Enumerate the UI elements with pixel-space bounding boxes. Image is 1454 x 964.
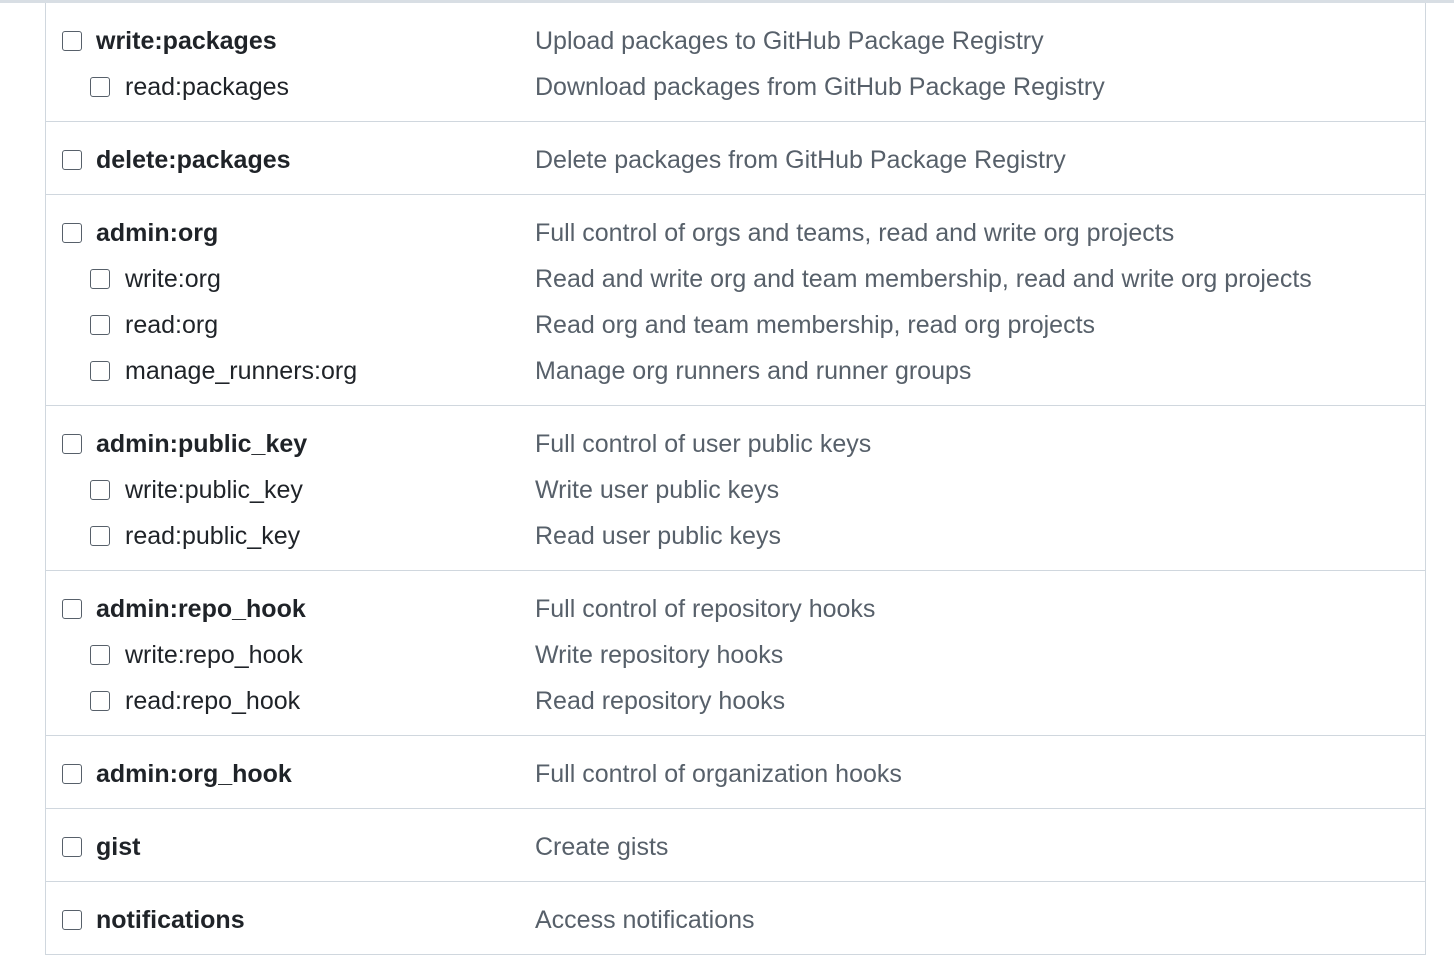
scope-name: write:org bbox=[125, 265, 221, 293]
scope-name: admin:public_key bbox=[96, 430, 308, 458]
scope-group-packages: write:packages Upload packages to GitHub … bbox=[46, 3, 1425, 122]
scope-checkbox[interactable] bbox=[62, 837, 82, 857]
scope-checkbox[interactable] bbox=[62, 764, 82, 784]
scope-row: read:org Read org and team membership, re… bbox=[46, 302, 1425, 348]
scope-checkbox[interactable] bbox=[62, 150, 82, 170]
scope-name: write:public_key bbox=[125, 476, 303, 504]
scope-group-org: admin:org Full control of orgs and teams,… bbox=[46, 195, 1425, 406]
scope-checkbox[interactable] bbox=[90, 315, 110, 335]
scope-group-gist: gist Create gists bbox=[46, 809, 1425, 882]
scope-name: delete:packages bbox=[96, 146, 291, 174]
scope-description: Access notifications bbox=[535, 906, 755, 934]
scope-row: manage_runners:org Manage org runners and… bbox=[46, 348, 1425, 394]
scope-row: gist Create gists bbox=[46, 824, 1425, 870]
scope-name: admin:org bbox=[96, 219, 219, 247]
scope-checkbox[interactable] bbox=[90, 269, 110, 289]
scope-row: write:repo_hook Write repository hooks bbox=[46, 632, 1425, 678]
scope-checkbox[interactable] bbox=[90, 77, 110, 97]
scope-checkbox[interactable] bbox=[62, 31, 82, 51]
scope-name: admin:repo_hook bbox=[96, 595, 306, 623]
scope-description: Delete packages from GitHub Package Regi… bbox=[535, 146, 1066, 174]
scope-row: admin:repo_hook Full control of repositor… bbox=[46, 586, 1425, 632]
scope-name: manage_runners:org bbox=[125, 357, 358, 385]
scope-row: read:repo_hook Read repository hooks bbox=[46, 678, 1425, 724]
scope-description: Manage org runners and runner groups bbox=[535, 357, 972, 385]
scope-checkbox[interactable] bbox=[62, 434, 82, 454]
scope-name: read:packages bbox=[125, 73, 290, 101]
scope-checkbox[interactable] bbox=[90, 361, 110, 381]
scope-checkbox[interactable] bbox=[62, 599, 82, 619]
scope-row: admin:org_hook Full control of organizati… bbox=[46, 751, 1425, 797]
scope-row: notifications Access notifications bbox=[46, 897, 1425, 943]
scope-description: Full control of organization hooks bbox=[535, 760, 902, 788]
scope-checkbox[interactable] bbox=[90, 526, 110, 546]
scope-description: Read org and team membership, read org p… bbox=[535, 311, 1096, 339]
scope-name: write:repo_hook bbox=[125, 641, 303, 669]
scope-group-delete-packages: delete:packages Delete packages from GitH… bbox=[46, 122, 1425, 195]
scope-description: Upload packages to GitHub Package Regist… bbox=[535, 27, 1044, 55]
scope-description: Read user public keys bbox=[535, 522, 781, 550]
scope-name: notifications bbox=[96, 906, 245, 934]
scope-checkbox[interactable] bbox=[62, 910, 82, 930]
scope-description: Write user public keys bbox=[535, 476, 780, 504]
scope-name: read:public_key bbox=[125, 522, 301, 550]
scope-checkbox[interactable] bbox=[90, 480, 110, 500]
scope-description: Full control of orgs and teams, read and… bbox=[535, 219, 1175, 247]
scope-row: admin:org Full control of orgs and teams,… bbox=[46, 210, 1425, 256]
scope-row: admin:public_key Full control of user pub… bbox=[46, 421, 1425, 467]
scope-row: write:org Read and write org and team mem… bbox=[46, 256, 1425, 302]
scope-row: read:public_key Read user public keys bbox=[46, 513, 1425, 559]
scope-description: Full control of user public keys bbox=[535, 430, 872, 458]
scope-name: write:packages bbox=[96, 27, 277, 55]
scope-row: write:packages Upload packages to GitHub … bbox=[46, 18, 1425, 64]
scope-checkbox[interactable] bbox=[90, 645, 110, 665]
scope-description: Write repository hooks bbox=[535, 641, 784, 669]
scope-name: read:repo_hook bbox=[125, 687, 301, 715]
scope-checkbox[interactable] bbox=[90, 691, 110, 711]
scope-name: read:org bbox=[125, 311, 219, 339]
scope-description: Read and write org and team membership, … bbox=[535, 265, 1312, 293]
scope-description: Download packages from GitHub Package Re… bbox=[535, 73, 1105, 101]
scope-name: gist bbox=[96, 833, 141, 861]
scope-group-public-key: admin:public_key Full control of user pub… bbox=[46, 406, 1425, 571]
scope-description: Full control of repository hooks bbox=[535, 595, 876, 623]
scope-description: Read repository hooks bbox=[535, 687, 786, 715]
scope-row: write:public_key Write user public keys bbox=[46, 467, 1425, 513]
scope-row: delete:packages Delete packages from GitH… bbox=[46, 137, 1425, 183]
scope-description: Create gists bbox=[535, 833, 669, 861]
scope-name: admin:org_hook bbox=[96, 760, 292, 788]
scopes-table: write:packages Upload packages to GitHub … bbox=[45, 3, 1426, 955]
scope-group-notifications: notifications Access notifications bbox=[46, 882, 1425, 955]
scope-group-org-hook: admin:org_hook Full control of organizati… bbox=[46, 736, 1425, 809]
scope-row: read:packages Download packages from GitH… bbox=[46, 64, 1425, 110]
scope-checkbox[interactable] bbox=[62, 223, 82, 243]
scope-group-repo-hook: admin:repo_hook Full control of repositor… bbox=[46, 571, 1425, 736]
